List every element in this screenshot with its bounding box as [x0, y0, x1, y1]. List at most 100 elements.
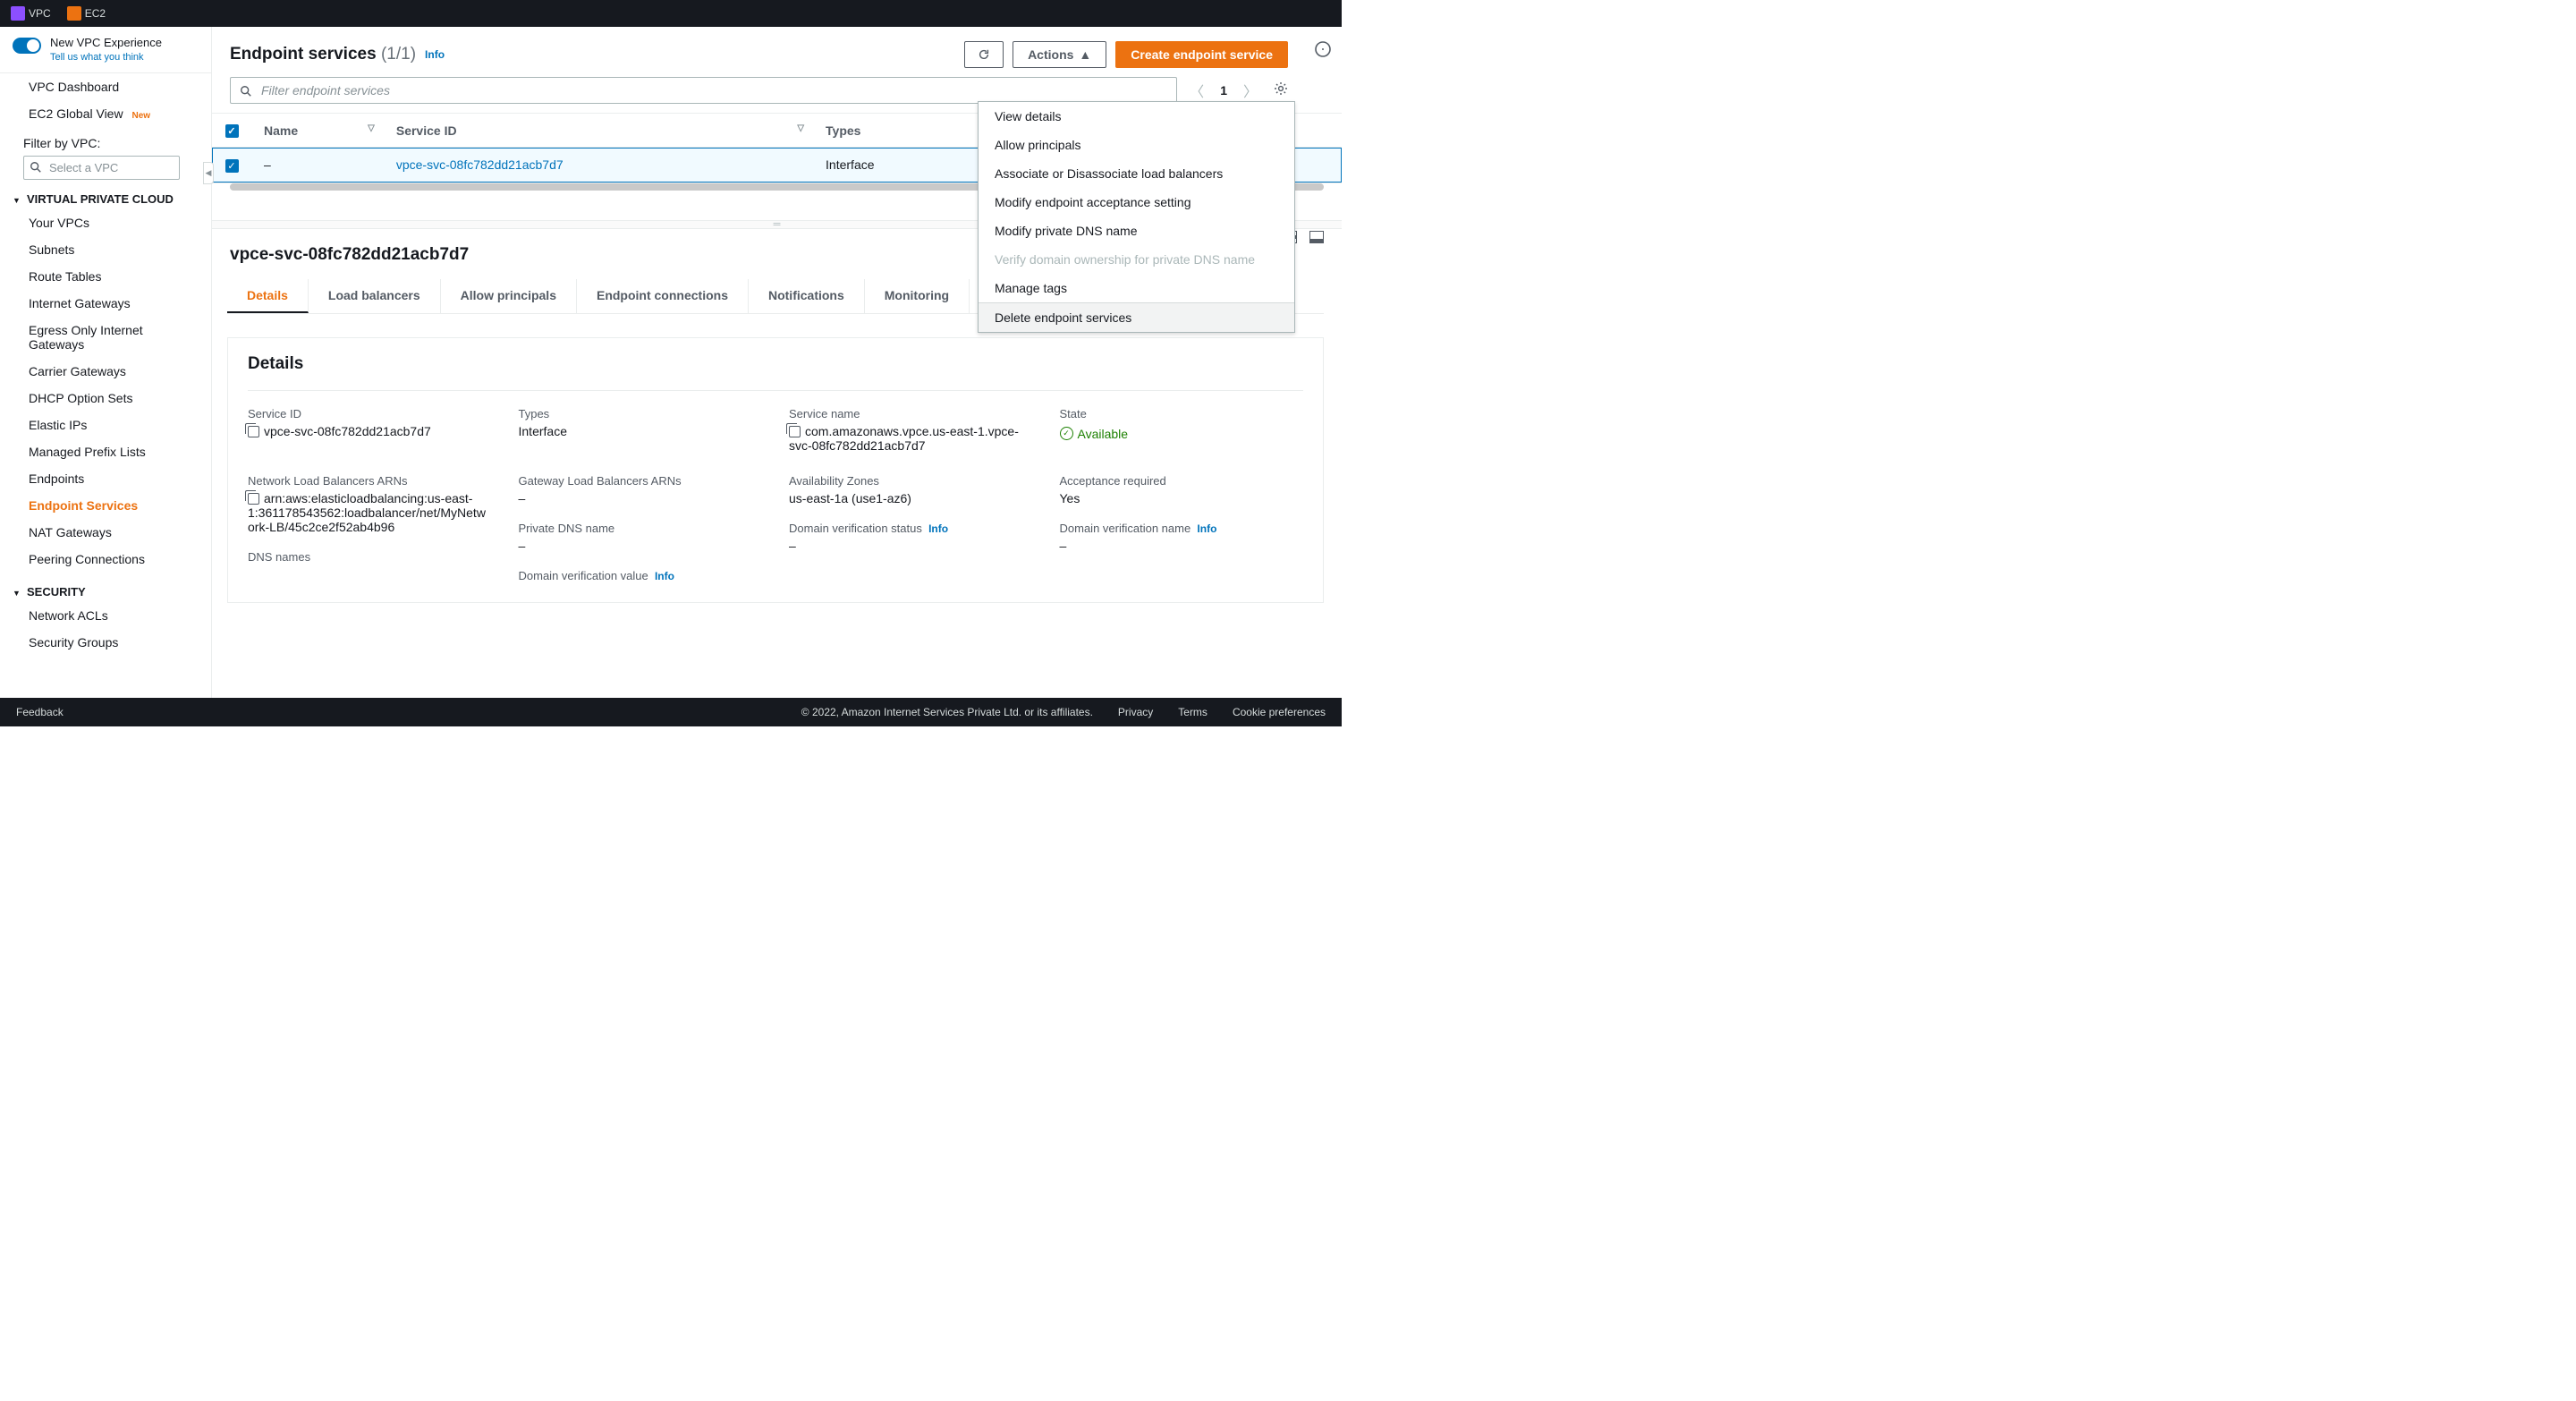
menu-associate-lb[interactable]: Associate or Disassociate load balancers [979, 159, 1294, 188]
col-service-id[interactable]: Service ID▽ [384, 114, 813, 148]
row-checkbox[interactable]: ✓ [212, 148, 251, 183]
field-acceptance-required: Acceptance required Yes Domain verificat… [1060, 474, 1304, 586]
sort-icon: ▽ [368, 123, 375, 133]
prev-page-button[interactable]: 〈 [1190, 80, 1204, 101]
actions-dropdown-menu: View details Allow principals Associate … [978, 101, 1295, 333]
nav-internet-gateways[interactable]: Internet Gateways [0, 290, 211, 317]
menu-view-details[interactable]: View details [979, 102, 1294, 131]
new-badge: New [130, 111, 152, 121]
nav-section-security: SECURITY Network ACLs Security Groups [0, 582, 211, 656]
next-page-button[interactable]: 〉 [1243, 80, 1258, 101]
cookie-preferences-link[interactable]: Cookie preferences [1233, 706, 1326, 718]
info-link[interactable]: Info [928, 522, 948, 535]
menu-modify-acceptance[interactable]: Modify endpoint acceptance setting [979, 188, 1294, 217]
check-circle-icon: ✓ [1060, 427, 1073, 440]
service-link-vpc[interactable]: VPC [5, 4, 56, 22]
nav-endpoints[interactable]: Endpoints [0, 465, 211, 492]
nav-egress-only-igw[interactable]: Egress Only Internet Gateways [0, 317, 211, 358]
filter-by-vpc-input[interactable]: Select a VPC [23, 156, 180, 180]
sidebar-header-subtitle[interactable]: Tell us what you think [50, 51, 162, 64]
nav-carrier-gateways[interactable]: Carrier Gateways [0, 358, 211, 385]
pagination: 〈 1 〉 [1190, 80, 1288, 101]
caret-up-icon: ▲ [1079, 47, 1091, 62]
section-title-vpc[interactable]: VIRTUAL PRIVATE CLOUD [0, 189, 211, 209]
nav-dhcp-option-sets[interactable]: DHCP Option Sets [0, 385, 211, 412]
filter-placeholder: Filter endpoint services [261, 83, 390, 98]
copy-icon[interactable] [248, 493, 259, 505]
nav-security-groups[interactable]: Security Groups [0, 629, 211, 656]
details-card-title: Details [248, 354, 1303, 374]
filter-input[interactable]: Filter endpoint services [230, 77, 1177, 104]
search-icon [240, 84, 252, 98]
refresh-button[interactable] [964, 41, 1004, 68]
tab-details[interactable]: Details [227, 279, 309, 313]
page-title: Endpoint services (1/1) [230, 45, 416, 64]
nav-vpc-dashboard[interactable]: VPC Dashboard [0, 73, 211, 100]
field-az: Availability Zones us-east-1a (use1-az6)… [789, 474, 1033, 586]
col-name[interactable]: Name▽ [251, 114, 384, 148]
search-icon [30, 161, 42, 174]
refresh-icon [978, 48, 990, 61]
vpc-label: VPC [29, 7, 51, 20]
actions-label: Actions [1028, 47, 1073, 62]
field-types: Types Interface [519, 407, 763, 453]
cell-types: Interface [813, 148, 978, 183]
create-endpoint-service-button[interactable]: Create endpoint service [1115, 41, 1288, 68]
feedback-link[interactable]: Feedback [16, 706, 64, 718]
cell-service-id[interactable]: vpce-svc-08fc782dd21acb7d7 [384, 148, 813, 183]
field-service-name: Service name com.amazonaws.vpce.us-east-… [789, 407, 1033, 453]
tab-notifications[interactable]: Notifications [749, 279, 865, 313]
nav-subnets[interactable]: Subnets [0, 236, 211, 263]
nav-peering-connections[interactable]: Peering Connections [0, 546, 211, 573]
nav-your-vpcs[interactable]: Your VPCs [0, 209, 211, 236]
menu-delete-endpoint-services[interactable]: Delete endpoint services [979, 303, 1294, 332]
select-all-checkbox[interactable]: ✓ [212, 114, 251, 148]
details-card: Details Service ID vpce-svc-08fc782dd21a… [227, 337, 1324, 603]
sort-icon: ▽ [797, 123, 804, 133]
sidebar-header-title: New VPC Experience [50, 36, 162, 51]
field-state: State ✓Available [1060, 407, 1304, 453]
page-title-count: (1/1) [381, 45, 416, 64]
vpc-icon [11, 6, 25, 21]
info-link[interactable]: Info [425, 48, 445, 61]
menu-manage-tags[interactable]: Manage tags [979, 274, 1294, 302]
page-number: 1 [1220, 83, 1227, 98]
info-link[interactable]: Info [1197, 522, 1216, 535]
copy-icon[interactable] [248, 426, 259, 437]
menu-verify-domain: Verify domain ownership for private DNS … [979, 245, 1294, 274]
privacy-link[interactable]: Privacy [1118, 706, 1153, 718]
nav-nat-gateways[interactable]: NAT Gateways [0, 519, 211, 546]
copyright: © 2022, Amazon Internet Services Private… [801, 706, 1093, 718]
nav-endpoint-services[interactable]: Endpoint Services [0, 492, 211, 519]
tab-allow-principals[interactable]: Allow principals [441, 279, 577, 313]
nav-route-tables[interactable]: Route Tables [0, 263, 211, 290]
nav-ec2-global-view[interactable]: EC2 Global View New [0, 100, 211, 127]
table-settings-button[interactable] [1274, 81, 1288, 100]
ec2-label: EC2 [85, 7, 106, 20]
nav-managed-prefix-lists[interactable]: Managed Prefix Lists [0, 438, 211, 465]
info-link[interactable]: Info [655, 570, 674, 582]
col-types[interactable]: Types [813, 114, 978, 148]
sidebar-collapse-button[interactable]: ◀ [203, 162, 214, 184]
tab-endpoint-connections[interactable]: Endpoint connections [577, 279, 749, 313]
nav-network-acls[interactable]: Network ACLs [0, 602, 211, 629]
menu-allow-principals[interactable]: Allow principals [979, 131, 1294, 159]
service-link-ec2[interactable]: EC2 [62, 4, 111, 22]
tab-load-balancers[interactable]: Load balancers [309, 279, 441, 313]
tab-monitoring[interactable]: Monitoring [865, 279, 970, 313]
menu-modify-dns[interactable]: Modify private DNS name [979, 217, 1294, 245]
filter-by-vpc-label: Filter by VPC: [0, 127, 211, 156]
help-panel-button[interactable] [1315, 41, 1331, 62]
terms-link[interactable]: Terms [1178, 706, 1208, 718]
nav-elastic-ips[interactable]: Elastic IPs [0, 412, 211, 438]
field-service-id: Service ID vpce-svc-08fc782dd21acb7d7 [248, 407, 492, 453]
new-experience-toggle[interactable] [13, 38, 41, 54]
layout-bottom-button[interactable] [1309, 231, 1324, 243]
main-content: ◀ Endpoint services (1/1) Info Actions ▲… [212, 27, 1342, 698]
actions-dropdown-button[interactable]: Actions ▲ [1013, 41, 1106, 68]
section-title-security[interactable]: SECURITY [0, 582, 211, 602]
header-actions: Actions ▲ Create endpoint service [964, 41, 1288, 68]
sidebar-header: New VPC Experience Tell us what you thin… [0, 27, 211, 73]
nav-label: EC2 Global View [29, 106, 123, 121]
copy-icon[interactable] [789, 426, 801, 437]
